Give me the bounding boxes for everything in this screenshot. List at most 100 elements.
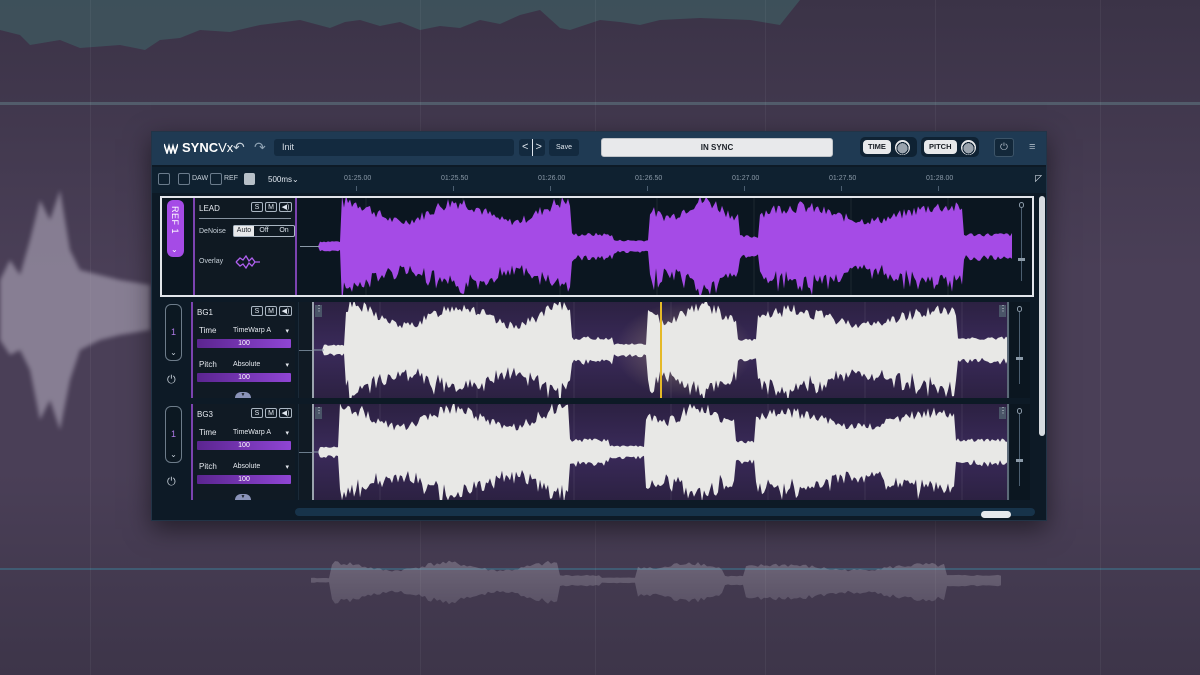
time-tick: 01:27.00: [732, 175, 760, 182]
more-options-icon[interactable]: ⋮: [999, 407, 1007, 419]
fader-thumb[interactable]: [1016, 357, 1023, 360]
lead-volume-fader[interactable]: [1012, 198, 1032, 295]
overlay-waveform-icon[interactable]: [235, 255, 261, 269]
time-tick: 01:28.00: [926, 175, 954, 182]
speaker-icon[interactable]: ◀): [279, 202, 292, 212]
ref-link-icon[interactable]: [210, 173, 222, 185]
vertical-scrollbar[interactable]: [1039, 196, 1045, 436]
time-toggle-button[interactable]: TIME: [863, 140, 891, 154]
redo-icon[interactable]: ↷: [254, 139, 266, 156]
time-toggle-group: TIME: [860, 137, 917, 157]
pitch-label: Pitch: [199, 360, 217, 369]
time-knob[interactable]: [894, 139, 910, 155]
denoise-option-on[interactable]: On: [274, 226, 294, 236]
pitch-toggle-button[interactable]: PITCH: [924, 140, 957, 154]
lead-controls: LEAD S M ◀) DeNoise Auto Off On Overlay: [193, 198, 297, 295]
pitch-knob[interactable]: [960, 139, 976, 155]
track-power-icon[interactable]: ⏻: [167, 374, 176, 387]
horizontal-scroll-thumb[interactable]: [981, 511, 1011, 518]
bg1-waveform-area[interactable]: ⋮ ⋮: [312, 302, 1009, 398]
expand-icon[interactable]: ▼: [235, 392, 251, 398]
next-preset-button[interactable]: >: [533, 139, 546, 156]
pitch-toggle-group: PITCH: [921, 137, 979, 157]
mute-button[interactable]: M: [265, 306, 277, 316]
speaker-icon[interactable]: ◀): [279, 408, 292, 418]
background-waveform: [0, 0, 800, 50]
track-number-tab[interactable]: 1 ⌄: [165, 304, 182, 361]
bg3-waveform-area[interactable]: ⋮ ⋮: [312, 404, 1009, 500]
fader-track: [1019, 312, 1020, 384]
bg3-volume-fader[interactable]: [1010, 404, 1030, 500]
fader-thumb[interactable]: [1018, 258, 1025, 261]
time-amount-slider[interactable]: 100: [197, 441, 291, 450]
background-line: [0, 102, 1200, 105]
more-options-icon[interactable]: ⋮: [315, 305, 323, 317]
track-number-tab[interactable]: 1 ⌄: [165, 406, 182, 463]
chevron-down-icon[interactable]: ⌄: [166, 450, 181, 459]
dropdown-arrow-icon[interactable]: ▾: [285, 429, 289, 437]
horizontal-scrollbar[interactable]: [295, 508, 1035, 516]
fader-thumb[interactable]: [1016, 459, 1023, 462]
daw-label: DAW: [192, 175, 209, 182]
waveform-shape: [314, 404, 1007, 500]
dropdown-arrow-icon[interactable]: ▾: [285, 327, 289, 335]
daw-link-icon[interactable]: [178, 173, 190, 185]
dropdown-arrow-icon[interactable]: ▾: [285, 463, 289, 471]
denoise-option-auto[interactable]: Auto: [234, 226, 254, 236]
pitch-mode-dropdown[interactable]: Absolute: [233, 361, 260, 368]
previous-preset-button[interactable]: <: [519, 139, 533, 156]
scroll-corner-icon[interactable]: ◸: [1035, 173, 1042, 184]
time-tick: 01:25.00: [344, 175, 372, 182]
logo-name: SYNC: [182, 140, 219, 155]
grid-resolution-dropdown[interactable]: 500ms⌄: [268, 175, 299, 184]
track-lead: REF 1 ⌄ LEAD S M ◀) DeNoise Auto Off On …: [160, 196, 1034, 297]
track-number: 1: [170, 429, 176, 439]
undo-icon[interactable]: ↶: [233, 139, 245, 156]
chevron-down-icon[interactable]: ⌄: [166, 348, 181, 357]
solo-button[interactable]: S: [251, 202, 263, 212]
background-waveform-left: [0, 190, 150, 430]
more-options-icon[interactable]: ⋮: [999, 305, 1007, 317]
list-view-icon[interactable]: [158, 173, 170, 185]
lane-offset-area: [298, 302, 312, 398]
mute-button[interactable]: M: [265, 408, 277, 418]
time-amount-slider[interactable]: 100: [197, 339, 291, 348]
solo-button[interactable]: S: [251, 408, 263, 418]
time-tick: 01:27.50: [829, 175, 857, 182]
time-mode-dropdown[interactable]: TimeWarp A: [233, 429, 271, 436]
dropdown-arrow-icon[interactable]: ▾: [285, 361, 289, 369]
tick-mark: [744, 186, 745, 191]
top-bar: SYNC Vx ↶ ↷ Init < > Save IN SYNC TIME PI…: [152, 132, 1046, 165]
lead-waveform-area[interactable]: [300, 198, 1018, 295]
tick-mark: [841, 186, 842, 191]
solo-button[interactable]: S: [251, 306, 263, 316]
mute-button[interactable]: M: [265, 202, 277, 212]
divider: [199, 218, 291, 219]
bg1-volume-fader[interactable]: [1010, 302, 1030, 398]
time-mode-dropdown[interactable]: TimeWarp A: [233, 327, 271, 334]
syncvx-plugin-window: SYNC Vx ↶ ↷ Init < > Save IN SYNC TIME PI…: [151, 131, 1047, 521]
denoise-option-off[interactable]: Off: [254, 226, 274, 236]
menu-icon[interactable]: ≡: [1029, 141, 1035, 153]
time-tick: 01:25.50: [441, 175, 469, 182]
save-button[interactable]: Save: [549, 139, 579, 156]
chevron-down-icon[interactable]: ⌄: [171, 245, 178, 254]
track-power-icon[interactable]: ⏻: [167, 476, 176, 489]
center-line: [299, 350, 312, 351]
pitch-mode-dropdown[interactable]: Absolute: [233, 463, 260, 470]
center-line: [299, 452, 312, 453]
power-icon[interactable]: ⏻: [994, 138, 1014, 157]
more-options-icon[interactable]: ⋮: [315, 407, 323, 419]
ref-label: REF: [224, 175, 238, 182]
preset-name-field[interactable]: Init: [274, 139, 514, 156]
track-name: LEAD: [199, 204, 220, 213]
pitch-amount-slider[interactable]: 100: [197, 373, 291, 382]
logo: SYNC Vx: [164, 140, 233, 155]
playhead[interactable]: [660, 302, 662, 398]
speaker-icon[interactable]: ◀): [279, 306, 292, 316]
bg3-waveform: [314, 404, 1007, 500]
grid-icon[interactable]: [244, 173, 255, 185]
ref-tab[interactable]: REF 1 ⌄: [167, 200, 184, 257]
expand-icon[interactable]: ▼: [235, 494, 251, 500]
pitch-amount-slider[interactable]: 100: [197, 475, 291, 484]
